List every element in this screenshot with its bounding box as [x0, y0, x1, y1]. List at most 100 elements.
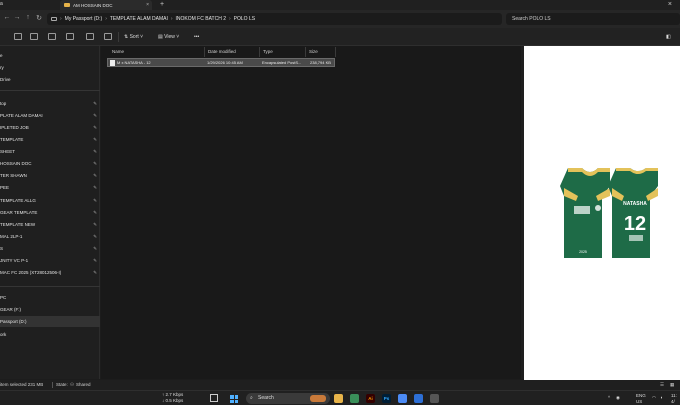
- up-arrow-icon[interactable]: ↑: [23, 14, 33, 21]
- illustrator-app-icon[interactable]: Ai: [366, 394, 375, 403]
- sidebar-item-label: PC: [0, 295, 7, 300]
- sidebar-item[interactable]: HOSSAIN DOC ✎: [0, 158, 100, 169]
- sidebar-item[interactable]: PLATE ALAM DAMAI ✎: [0, 110, 100, 121]
- pin-icon: ✎: [93, 246, 97, 251]
- close-window-button[interactable]: ×: [668, 0, 672, 9]
- sidebar-item[interactable]: SHEET ✎: [0, 146, 100, 157]
- tiles-view-icon[interactable]: ▦: [670, 380, 674, 390]
- sort-button[interactable]: ⇅ Sort ˅: [124, 34, 143, 40]
- chrome-app-icon[interactable]: [350, 394, 359, 403]
- rename-icon[interactable]: [66, 33, 74, 40]
- sidebar-item-label: HOSSAIN DOC: [0, 161, 32, 166]
- address-bar[interactable]: › My Passport (D:) › TEMPLATE ALAM DAMAI…: [47, 13, 502, 25]
- sidebar-item-label: TER SHAWN: [0, 173, 27, 178]
- file-list: Name Date modified Type Size M x NATASHA…: [101, 46, 521, 379]
- shared-icon: ⚇: [70, 382, 75, 387]
- sidebar-item[interactable]: Passport (D:): [0, 316, 100, 327]
- file-explorer-app-icon[interactable]: [334, 394, 343, 403]
- pin-icon: ✎: [93, 258, 97, 263]
- column-header-name[interactable]: Name: [109, 47, 205, 57]
- browser-app-icon[interactable]: [398, 394, 407, 403]
- tray-app-icon[interactable]: ◉: [616, 395, 620, 401]
- table-row[interactable]: M x NATASHA - 12 1/29/2026 10:45 AM Enca…: [107, 58, 335, 67]
- sidebar-item[interactable]: Drive: [0, 74, 100, 85]
- volume-icon[interactable]: ◖: [660, 395, 663, 401]
- column-header-size[interactable]: Size: [306, 47, 336, 57]
- tray-overflow-icon[interactable]: ^: [608, 395, 610, 401]
- sidebar-item[interactable]: JNITY VC P-1 ✎: [0, 255, 100, 266]
- sidebar-item[interactable]: e: [0, 50, 100, 61]
- command-toolbar: ⇅ Sort ˅ ▤ View ˅ ••• ◧: [0, 28, 680, 46]
- jersey-preview-image: 2025 NATASHA 12: [560, 168, 658, 258]
- jersey-back: NATASHA 12: [608, 168, 658, 258]
- start-button[interactable]: [230, 395, 238, 403]
- tab-title: AM HOSSAIN DOC: [73, 2, 113, 8]
- breadcrumb-my-passport[interactable]: My Passport (D:): [65, 16, 103, 22]
- view-button[interactable]: ▤ View ˅: [158, 34, 179, 40]
- sidebar-item[interactable]: MAC FC 2025 (XT28012506-I) ✎: [0, 267, 100, 278]
- pin-icon: ✎: [93, 270, 97, 275]
- sidebar-item-label: Drive: [0, 77, 11, 82]
- app-icon[interactable]: [430, 394, 439, 403]
- more-options-button[interactable]: •••: [194, 34, 199, 40]
- sidebar-item[interactable]: S ✎: [0, 243, 100, 254]
- breadcrumb-template-alam-damai[interactable]: TEMPLATE ALAM DAMAI: [110, 16, 168, 22]
- file-name: M x NATASHA - 12: [117, 60, 151, 65]
- wifi-icon[interactable]: ◠: [652, 395, 656, 401]
- jersey-back-number: 12: [624, 213, 646, 235]
- sidebar-item[interactable]: GEAR TEMPLATE ✎: [0, 207, 100, 218]
- cut-icon[interactable]: [14, 33, 22, 40]
- column-header-date-modified[interactable]: Date modified: [205, 47, 260, 57]
- jersey-front-text: 2025: [579, 250, 587, 254]
- delete-icon[interactable]: [104, 33, 112, 40]
- input-language[interactable]: ENG US: [636, 393, 646, 404]
- column-header-type[interactable]: Type: [260, 47, 306, 57]
- breadcrumb-polo-ls[interactable]: POLO LS: [234, 16, 255, 22]
- sidebar-item-label: GEAR TEMPLATE: [0, 210, 38, 215]
- sidebar-item[interactable]: PC: [0, 292, 100, 303]
- paste-icon[interactable]: [48, 33, 56, 40]
- file-date: 1/29/2026 10:45 AM: [207, 60, 243, 65]
- widgets-icon[interactable]: [210, 394, 218, 402]
- sidebar-item-label: MAL 2LP-1: [0, 234, 23, 239]
- copy-icon[interactable]: [30, 33, 38, 40]
- search-box[interactable]: Search POLO LS: [506, 13, 680, 25]
- clock[interactable]: 11: 4/: [671, 393, 677, 404]
- sidebar-item[interactable]: IPLETED JOB ✎: [0, 122, 100, 133]
- jersey-front: 2025: [560, 168, 610, 258]
- tab-am-hossain-doc[interactable]: AM HOSSAIN DOC ×: [60, 0, 152, 10]
- forward-arrow-icon[interactable]: →: [12, 14, 22, 21]
- refresh-icon[interactable]: ↻: [34, 14, 44, 22]
- close-tab-icon[interactable]: ×: [146, 2, 149, 8]
- sidebar-item-label: ry: [0, 65, 4, 70]
- share-icon[interactable]: [86, 33, 94, 40]
- sidebar-item[interactable]: TEMPLATE ✎: [0, 134, 100, 145]
- sidebar-item[interactable]: TEMPLATE ALLG ✎: [0, 195, 100, 206]
- sidebar-item[interactable]: top ✎: [0, 98, 100, 109]
- sidebar-item[interactable]: ry: [0, 62, 100, 73]
- breadcrumb-inokom-fc-batch-2[interactable]: INOKOM FC BATCH 2: [176, 16, 226, 22]
- details-view-icon[interactable]: ☰: [660, 380, 664, 390]
- sidebar-item[interactable]: TER SHAWN ✎: [0, 170, 100, 181]
- back-arrow-icon[interactable]: ←: [2, 14, 12, 21]
- pin-icon: ✎: [93, 210, 97, 215]
- sidebar-item[interactable]: ork: [0, 329, 100, 340]
- sidebar-item[interactable]: GEAR (F:): [0, 304, 100, 315]
- file-size: 238,794 KB: [310, 60, 331, 65]
- new-tab-button[interactable]: +: [160, 0, 164, 9]
- details-pane-icon[interactable]: ◧: [666, 34, 671, 40]
- photoshop-app-icon[interactable]: Ps: [382, 394, 391, 403]
- navigation-pane: e ry Drive top ✎ PLATE ALAM DAMAI ✎ IPLETED JOB…: [0, 46, 100, 379]
- sidebar-item[interactable]: PEE ✎: [0, 182, 100, 193]
- pin-icon: ✎: [93, 161, 97, 166]
- sidebar-item[interactable]: TEMPLATE NEW ✎: [0, 219, 100, 230]
- sidebar-item-label: MAC FC 2025 (XT28012506-I): [0, 270, 62, 275]
- network-speed: ↑ 2.7 Kbps ↓ 0.5 Kbps: [162, 392, 183, 403]
- sidebar-item[interactable]: MAL 2LP-1 ✎: [0, 231, 100, 242]
- state-label: State:: [56, 382, 68, 387]
- pin-icon: ✎: [93, 113, 97, 118]
- taskbar-search[interactable]: ⌕ Search: [246, 393, 330, 404]
- taskbar: ↑ 2.7 Kbps ↓ 0.5 Kbps ⌕ Search Ai Ps ^ ◉…: [0, 390, 680, 405]
- store-app-icon[interactable]: [414, 394, 423, 403]
- pin-icon: ✎: [93, 222, 97, 227]
